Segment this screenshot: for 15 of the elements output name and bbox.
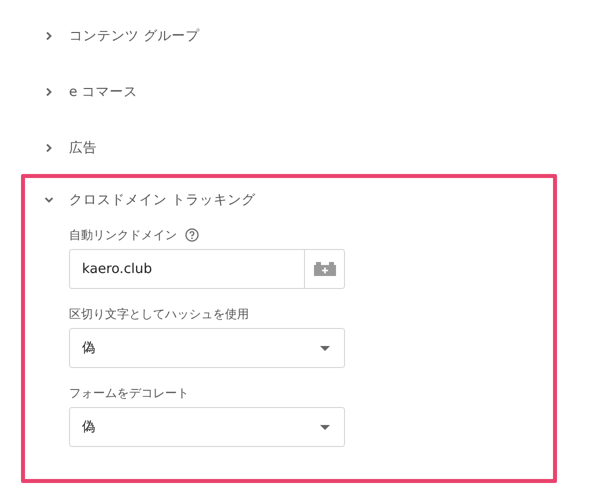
field-label: フォームをデコレート	[69, 385, 189, 402]
section-title[interactable]: e コマース	[69, 82, 138, 102]
text-field[interactable]: kaero.club	[69, 249, 304, 289]
brick-plus-icon	[314, 262, 336, 276]
section-title[interactable]: クロスドメイン トラッキング	[69, 190, 256, 210]
select-field[interactable]: 偽	[69, 407, 345, 447]
field-label: 区切り文字としてハッシュを使用	[69, 306, 249, 323]
field-label: 自動リンクドメイン	[69, 227, 177, 244]
variable-button[interactable]	[304, 249, 345, 289]
section-title[interactable]: 広告	[69, 138, 97, 158]
select-field[interactable]: 偽	[69, 328, 345, 368]
dropdown-caret-icon[interactable]	[320, 424, 330, 430]
help-icon[interactable]	[185, 228, 199, 242]
section-title[interactable]: コンテンツ グループ	[69, 26, 200, 46]
dropdown-caret-icon[interactable]	[320, 346, 330, 350]
